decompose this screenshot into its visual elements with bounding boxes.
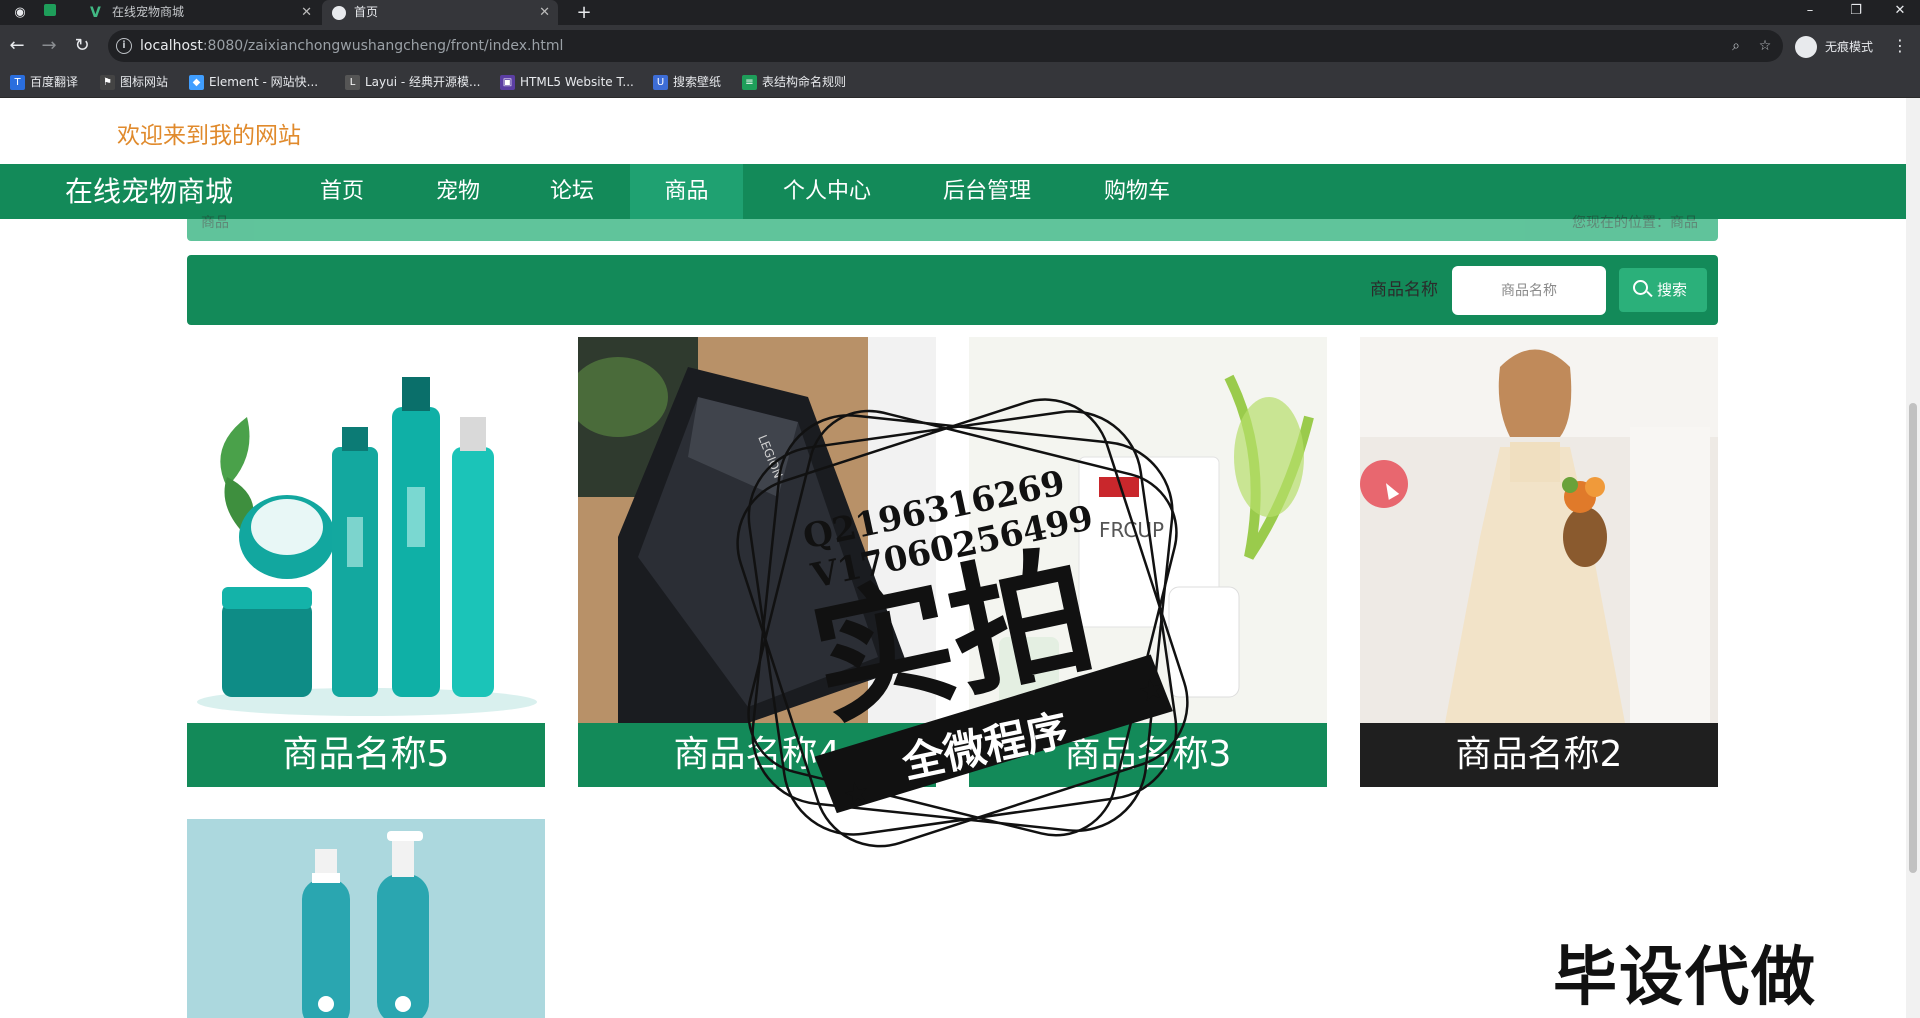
minimize-icon[interactable]: – <box>1790 0 1830 25</box>
svg-text:FRCUP: FRCUP <box>1099 518 1164 542</box>
product-name[interactable]: 商品名称4 <box>578 723 936 787</box>
bookmark-item[interactable]: ◆ Element - 网站快... <box>187 67 318 98</box>
close-tab-icon[interactable]: ✕ <box>539 0 550 25</box>
browser-menu-icon[interactable]: ◉ <box>10 3 30 23</box>
search-label: 商品名称 <box>1370 280 1438 300</box>
nav-item-cart[interactable]: 购物车 <box>1082 164 1192 219</box>
tab-home[interactable]: 首页 ✕ <box>322 0 558 25</box>
search-button[interactable]: 搜索 <box>1619 268 1707 312</box>
pump-bottles-icon[interactable] <box>187 819 545 1018</box>
incognito-indicator[interactable]: 无痕模式 <box>1795 33 1873 61</box>
bookmarks-bar: T 百度翻译 ⚑ 图标网站 ◆ Element - 网站快... L Layui - 经… <box>0 67 1920 98</box>
close-window-icon[interactable]: ✕ <box>1880 0 1920 25</box>
layui-icon: L <box>345 75 360 90</box>
tab-label: 首页 <box>354 5 379 19</box>
nav-item-home[interactable]: 首页 <box>300 164 384 219</box>
translate-icon: T <box>10 75 25 90</box>
main-nav: 在线宠物商城 首页 宠物 论坛 商品 个人中心 后台管理 购物车 <box>0 164 1908 219</box>
vue-icon: V <box>90 5 101 21</box>
bookmark-label: Layui - 经典开源模... <box>365 75 481 89</box>
product-card[interactable] <box>187 819 545 1018</box>
url-text[interactable]: localhost:8080/zaixianchongwushangcheng/… <box>140 30 563 62</box>
bookmark-item[interactable]: ≡ 表结构命名规则 <box>740 67 846 98</box>
bookmark-item[interactable]: U 搜索壁纸 <box>651 67 721 98</box>
nav-item-products[interactable]: 商品 <box>630 164 743 219</box>
html5-icon: ▣ <box>500 75 515 90</box>
nav-item-admin[interactable]: 后台管理 <box>925 164 1049 219</box>
brand-title[interactable]: 在线宠物商城 <box>65 164 233 219</box>
zoom-icon[interactable]: ⌕ <box>1726 36 1746 56</box>
product-card[interactable]: 商品名称2 <box>1360 337 1718 787</box>
browser-toolbar: ← → ↻ i localhost:8080/zaixianchongwusha… <box>0 25 1920 67</box>
breadcrumb-title: 商品 <box>201 215 229 231</box>
tab-label: 在线宠物商城 <box>112 5 185 19</box>
breadcrumb: 商品 您现在的位置：商品 <box>187 215 1718 241</box>
bookmark-item[interactable]: T 百度翻译 <box>8 67 78 98</box>
bookmark-label: 表结构命名规则 <box>762 75 847 89</box>
back-icon[interactable]: ← <box>6 35 28 57</box>
bookmark-item[interactable]: ▣ HTML5 Website T... <box>498 67 634 98</box>
bookmark-item[interactable]: L Layui - 经典开源模... <box>343 67 480 98</box>
incognito-icon <box>1795 36 1817 58</box>
product-card[interactable]: LEGION 商品名称4 <box>578 337 936 787</box>
sheet-icon: ≡ <box>742 75 757 90</box>
breadcrumb-location: 您现在的位置：商品 <box>1572 215 1698 231</box>
bookmark-label: 搜索壁纸 <box>673 75 722 89</box>
browser-tab-bar: ◉ V 在线宠物商城 ✕ 首页 ✕ + – ❐ ✕ <box>0 0 1920 25</box>
pinned-tab-icon[interactable] <box>40 3 60 23</box>
cosmetics-bottles-icon[interactable] <box>187 337 545 723</box>
search-icon <box>1633 280 1648 295</box>
restore-icon[interactable]: ❐ <box>1836 0 1876 25</box>
bookmark-label: Element - 网站快... <box>209 75 319 89</box>
bookmark-item[interactable]: ⚑ 图标网站 <box>98 67 168 98</box>
scrollbar-thumb[interactable] <box>1909 403 1917 873</box>
url-path: :8080/zaixianchongwushangcheng/front/ind… <box>202 38 564 54</box>
tab-shop[interactable]: V 在线宠物商城 ✕ <box>80 0 320 25</box>
close-tab-icon[interactable]: ✕ <box>301 0 312 25</box>
flag-icon: ⚑ <box>100 75 115 90</box>
supplement-box-icon[interactable]: FRCUP <box>969 337 1327 723</box>
nav-item-forum[interactable]: 论坛 <box>530 164 614 219</box>
kebab-menu-icon[interactable]: ⋮ <box>1892 36 1908 55</box>
product-card[interactable]: FRCUP 商品名称3 <box>969 337 1327 787</box>
forward-icon[interactable]: → <box>38 35 60 57</box>
globe-icon <box>332 6 346 20</box>
reload-icon[interactable]: ↻ <box>71 35 93 57</box>
product-name[interactable]: 商品名称5 <box>187 723 545 787</box>
welcome-text: 欢迎来到我的网站 <box>117 123 301 149</box>
nav-item-profile[interactable]: 个人中心 <box>765 164 889 219</box>
site-info-icon[interactable]: i <box>116 38 132 54</box>
product-name[interactable]: 商品名称2 <box>1360 723 1718 787</box>
address-bar[interactable]: i localhost:8080/zaixianchongwushangchen… <box>108 30 1783 62</box>
search-button-label: 搜索 <box>1657 281 1688 299</box>
bookmark-star-icon[interactable]: ☆ <box>1755 36 1775 56</box>
page-viewport: 欢迎来到我的网站 在线宠物商城 首页 宠物 论坛 商品 个人中心 后台管理 购物… <box>0 98 1920 1018</box>
search-bar: 商品名称 搜索 <box>187 255 1718 325</box>
new-tab-button[interactable]: + <box>574 3 594 23</box>
bookmark-label: 图标网站 <box>120 75 169 89</box>
woman-dress-icon[interactable] <box>1360 337 1718 723</box>
search-input[interactable] <box>1452 266 1606 315</box>
wallpaper-icon: U <box>653 75 668 90</box>
bookmark-label: 百度翻译 <box>30 75 79 89</box>
incognito-label: 无痕模式 <box>1825 40 1874 54</box>
product-name[interactable]: 商品名称3 <box>969 723 1327 787</box>
product-card[interactable]: 商品名称5 <box>187 337 545 787</box>
url-host: localhost <box>140 38 203 54</box>
bookmark-label: HTML5 Website T... <box>520 75 634 89</box>
page-scrollbar[interactable] <box>1906 98 1920 1018</box>
element-icon: ◆ <box>189 75 204 90</box>
nav-item-pets[interactable]: 宠物 <box>416 164 500 219</box>
watermark-corner-text: 毕设代做 <box>1553 941 1817 1015</box>
laptop-icon[interactable]: LEGION <box>578 337 936 723</box>
